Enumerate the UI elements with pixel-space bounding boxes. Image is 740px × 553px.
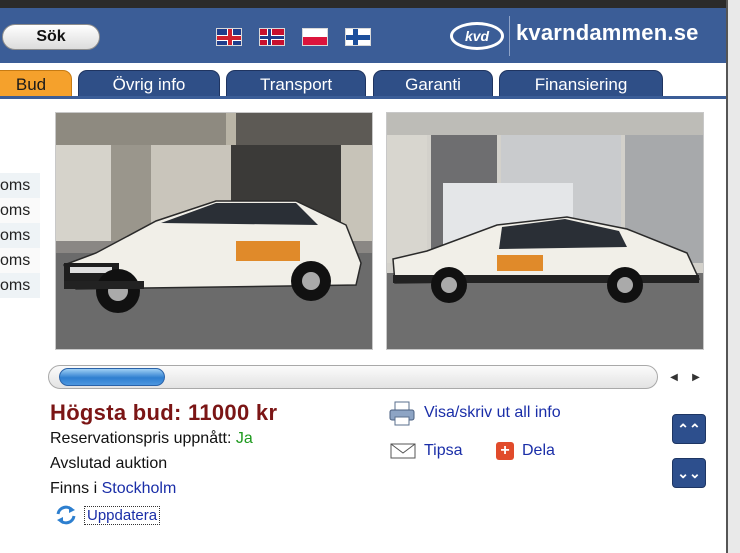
- poland-flag-icon[interactable]: [302, 28, 328, 46]
- window-top-edge: [0, 0, 740, 8]
- location-label: Finns i: [50, 480, 102, 497]
- window-right-scrollbar[interactable]: [726, 0, 740, 553]
- print-all-info-label: Visa/skriv ut all info: [424, 404, 561, 421]
- price-suffix: oms: [0, 223, 40, 248]
- auction-status: Avslutad auktion: [50, 455, 168, 472]
- refresh-label: Uppdatera: [84, 505, 161, 525]
- tip-link[interactable]: Tipsa: [390, 442, 463, 460]
- price-suffix: oms: [0, 273, 40, 298]
- refresh-icon: [56, 505, 76, 525]
- reserve-price-value: Ja: [235, 430, 253, 447]
- refresh-button[interactable]: Uppdatera: [54, 504, 161, 526]
- tab-garanti[interactable]: Garanti: [373, 70, 493, 98]
- page-frame: Sök kvd kvarndammen.se Bud Övrig info Tr…: [0, 8, 726, 553]
- location-link[interactable]: Stockholm: [102, 480, 177, 497]
- scroll-right-arrow-icon[interactable]: ▶: [686, 367, 706, 387]
- printer-icon: [389, 401, 415, 426]
- share-link[interactable]: + Dela: [496, 442, 555, 460]
- tab-finansiering[interactable]: Finansiering: [499, 70, 663, 98]
- tab-bud[interactable]: Bud: [0, 70, 72, 98]
- double-chevron-up-icon: ⌃⌃: [677, 420, 701, 437]
- envelope-icon: [390, 443, 416, 459]
- language-flags: [216, 28, 371, 46]
- finland-flag-icon[interactable]: [345, 28, 371, 46]
- truncated-price-column: oms oms oms oms oms: [0, 173, 40, 298]
- scroll-to-top-button[interactable]: ⌃⌃: [672, 414, 706, 444]
- price-suffix: oms: [0, 173, 40, 198]
- logo-divider: [509, 16, 510, 56]
- share-plus-icon: +: [496, 442, 514, 460]
- search-button[interactable]: Sök: [2, 24, 100, 50]
- double-chevron-down-icon: ⌄⌄: [677, 464, 701, 481]
- image-scrollbar-thumb[interactable]: [59, 368, 165, 386]
- car-photo-front[interactable]: [55, 112, 373, 350]
- share-label: Dela: [522, 442, 555, 459]
- tip-label: Tipsa: [424, 442, 463, 459]
- uk-flag-icon[interactable]: [216, 28, 242, 46]
- tab-ovrig-info[interactable]: Övrig info: [78, 70, 220, 98]
- price-suffix: oms: [0, 248, 40, 273]
- car-photo-side[interactable]: [386, 112, 704, 350]
- highest-bid: Högsta bud: 11000 kr: [50, 400, 278, 425]
- print-all-info-link[interactable]: Visa/skriv ut all info: [388, 400, 561, 426]
- site-header: Sök kvd kvarndammen.se: [0, 8, 726, 63]
- norway-flag-icon[interactable]: [259, 28, 285, 46]
- reserve-price-status: Reservationspris uppnått: Ja: [50, 430, 253, 448]
- location: Finns i Stockholm: [50, 480, 176, 498]
- site-name[interactable]: kvarndammen.se: [516, 20, 699, 46]
- tab-underline: [0, 96, 726, 99]
- scroll-down-button[interactable]: ⌄⌄: [672, 458, 706, 488]
- tab-transport[interactable]: Transport: [226, 70, 366, 98]
- kvd-logo[interactable]: kvd: [450, 22, 504, 50]
- scroll-left-arrow-icon[interactable]: ◀: [664, 367, 684, 387]
- reserve-price-label: Reservationspris uppnått:: [50, 430, 236, 447]
- price-suffix: oms: [0, 198, 40, 223]
